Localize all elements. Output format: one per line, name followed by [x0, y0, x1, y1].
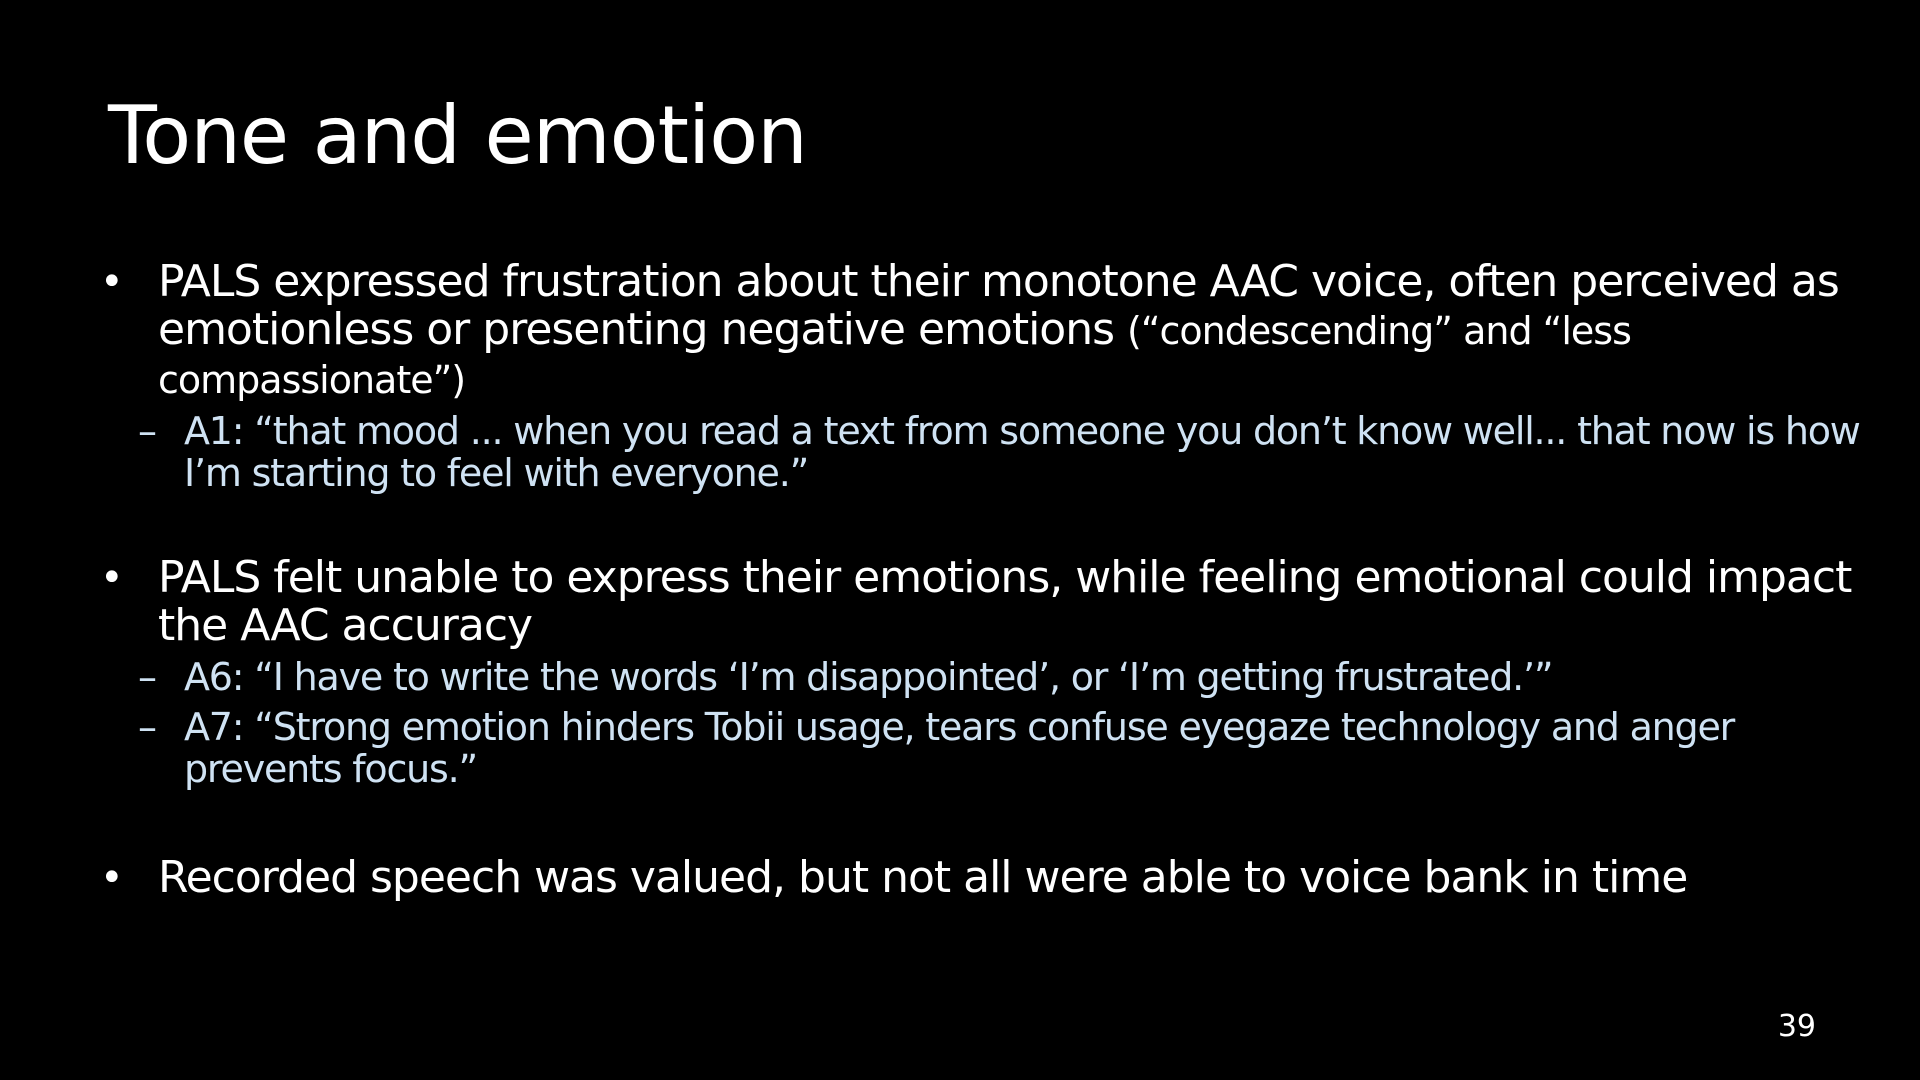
subpoint-text: A7: “Strong emotion hinders Tobii usage,…: [184, 705, 1735, 791]
subpoint-quote-a1: – A1: “that mood ... when you read a tex…: [100, 409, 1861, 495]
bullet-group-monotone-voice: • PALS expressed frustration about their…: [100, 258, 1861, 495]
subpoint-list: – A1: “that mood ... when you read a tex…: [100, 409, 1861, 495]
subpoint-text: A6: “I have to write the words ‘I’m disa…: [184, 655, 1554, 699]
page-number: 39: [1777, 1009, 1816, 1044]
bullet-express-emotions: • PALS felt unable to express their emot…: [100, 554, 1860, 650]
subpoint-quote-a7: – A7: “Strong emotion hinders Tobii usag…: [100, 706, 1860, 790]
subpoint-list: – A6: “I have to write the words ‘I’m di…: [100, 656, 1860, 790]
bullet-list: • PALS expressed frustration about their…: [100, 258, 1861, 902]
bullet-text: PALS felt unable to express their emotio…: [158, 552, 1852, 651]
dash-icon: –: [138, 409, 157, 453]
bullet-dot-icon: •: [100, 259, 124, 305]
subpoint-text: A1: “that mood ... when you read a text …: [184, 409, 1861, 495]
bullet-recorded-speech: • Recorded speech was valued, but not al…: [100, 854, 1860, 902]
bullet-group-express-emotions: • PALS felt unable to express their emot…: [100, 554, 1860, 791]
slide-title: Tone and emotion: [108, 89, 808, 182]
subpoint-quote-a6: – A6: “I have to write the words ‘I’m di…: [100, 656, 1860, 698]
dash-icon: –: [138, 655, 157, 699]
bullet-group-recorded-speech: • Recorded speech was valued, but not al…: [100, 854, 1860, 902]
bullet-dot-icon: •: [100, 555, 124, 601]
bullet-text: Recorded speech was valued, but not all …: [158, 852, 1688, 903]
slide: Tone and emotion • PALS expressed frustr…: [0, 0, 1920, 1080]
dash-icon: –: [138, 705, 157, 749]
bullet-dot-icon: •: [100, 855, 124, 901]
bullet-monotone-voice: • PALS expressed frustration about their…: [100, 258, 1860, 404]
